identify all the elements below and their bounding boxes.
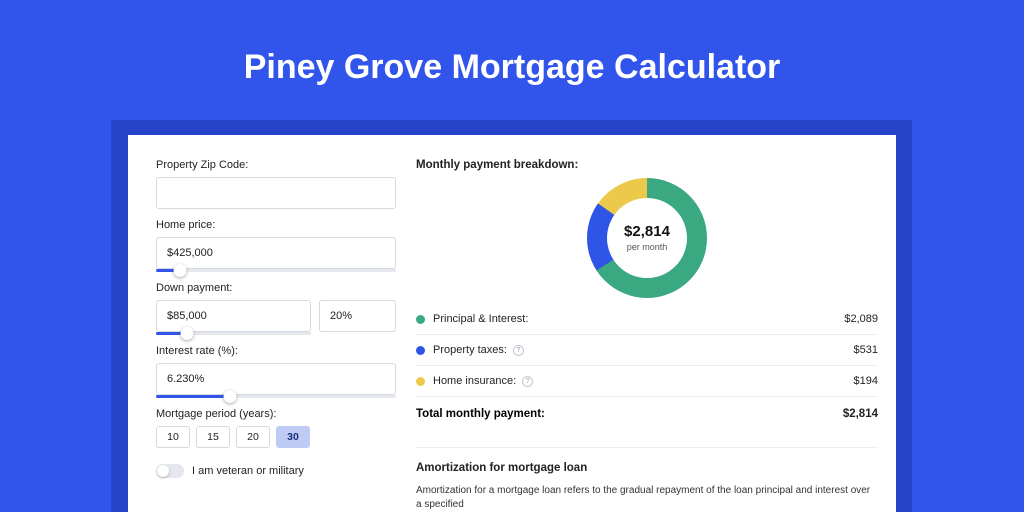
veteran-label: I am veteran or military — [192, 465, 304, 477]
dot-icon — [416, 315, 425, 324]
down-payment-row — [156, 300, 396, 332]
home-price-slider[interactable] — [156, 269, 396, 272]
breakdown-value: $531 — [854, 344, 878, 356]
total-label: Total monthly payment: — [416, 408, 545, 420]
term-btn-30[interactable]: 30 — [276, 426, 310, 448]
info-icon[interactable]: ? — [522, 376, 533, 387]
down-payment-input[interactable] — [156, 300, 311, 332]
interest-input[interactable] — [156, 363, 396, 395]
page-title: Piney Grove Mortgage Calculator — [0, 0, 1024, 87]
interest-slider-thumb[interactable] — [224, 390, 237, 403]
breakdown-title: Monthly payment breakdown: — [416, 159, 878, 171]
total-value: $2,814 — [843, 408, 878, 420]
breakdown-total-row: Total monthly payment: $2,814 — [416, 399, 878, 429]
amortization-section: Amortization for mortgage loan Amortizat… — [416, 447, 878, 512]
breakdown-label: Property taxes: — [433, 344, 507, 356]
donut-chart: $2,814 per month — [587, 178, 707, 298]
down-payment-label: Down payment: — [156, 282, 396, 294]
home-price-label: Home price: — [156, 219, 396, 231]
zip-label: Property Zip Code: — [156, 159, 396, 171]
calculator-card: Property Zip Code: Home price: Down paym… — [128, 135, 896, 512]
veteran-row: I am veteran or military — [156, 464, 396, 478]
info-icon[interactable]: ? — [513, 345, 524, 356]
term-btn-15[interactable]: 15 — [196, 426, 230, 448]
donut-sublabel: per month — [627, 242, 668, 252]
home-price-slider-thumb[interactable] — [174, 264, 187, 277]
term-btn-20[interactable]: 20 — [236, 426, 270, 448]
veteran-toggle-knob — [157, 465, 169, 477]
dot-icon — [416, 346, 425, 355]
home-price-input[interactable] — [156, 237, 396, 269]
interest-slider[interactable] — [156, 395, 396, 398]
down-payment-pct-input[interactable] — [319, 300, 396, 332]
breakdown-label: Principal & Interest: — [433, 313, 528, 325]
amortization-title: Amortization for mortgage loan — [416, 462, 878, 474]
interest-label: Interest rate (%): — [156, 345, 396, 357]
dot-icon — [416, 377, 425, 386]
divider — [416, 396, 878, 397]
breakdown-value: $2,089 — [844, 313, 878, 325]
veteran-toggle[interactable] — [156, 464, 184, 478]
breakdown-label: Home insurance: — [433, 375, 516, 387]
zip-input[interactable] — [156, 177, 396, 209]
donut-value: $2,814 — [624, 223, 670, 240]
breakdown-row-principal: Principal & Interest: $2,089 — [416, 304, 878, 334]
interest-slider-fill — [156, 395, 230, 398]
term-btn-10[interactable]: 10 — [156, 426, 190, 448]
term-buttons-row: 10 15 20 30 — [156, 426, 396, 448]
breakdown-list: Principal & Interest: $2,089 Property ta… — [416, 304, 878, 429]
down-payment-slider[interactable] — [156, 332, 311, 335]
down-payment-slider-thumb[interactable] — [181, 327, 194, 340]
form-column: Property Zip Code: Home price: Down paym… — [156, 153, 396, 512]
donut-chart-wrap: $2,814 per month — [416, 177, 878, 298]
breakdown-row-taxes: Property taxes: ? $531 — [416, 335, 878, 365]
donut-center: $2,814 per month — [607, 198, 687, 278]
amortization-text: Amortization for a mortgage loan refers … — [416, 484, 878, 512]
breakdown-row-insurance: Home insurance: ? $194 — [416, 366, 878, 396]
term-label: Mortgage period (years): — [156, 408, 396, 420]
breakdown-value: $194 — [854, 375, 878, 387]
breakdown-column: Monthly payment breakdown: $2,814 per mo… — [416, 153, 878, 512]
